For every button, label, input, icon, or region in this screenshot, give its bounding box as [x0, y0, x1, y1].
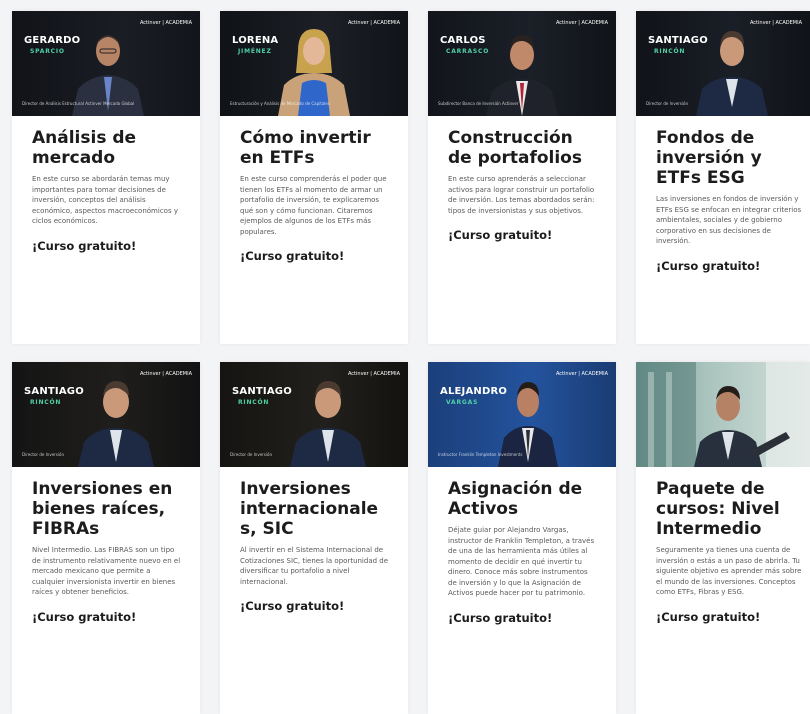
course-card-etfs[interactable]: LORENA JIMÉNEZ Actinver | ACADEMIA Estru… — [220, 11, 408, 344]
course-thumbnail[interactable]: ALEJANDRO VARGAS Actinver | ACADEMIA Ins… — [428, 362, 616, 467]
course-card-asignacion[interactable]: ALEJANDRO VARGAS Actinver | ACADEMIA Ins… — [428, 362, 616, 714]
instructor-caption: Director de Inversión — [230, 452, 272, 457]
instructor-caption: Estructuración y Análisis de Mercado de … — [230, 101, 330, 106]
course-card-paquete-intermedio[interactable]: Paquete de cursos: Nivel Intermedio Segu… — [636, 362, 810, 714]
instructor-caption: Director de Inversión — [22, 452, 64, 457]
instructor-caption: Director de Inversión — [646, 101, 688, 106]
instructor-caption: Subdirector Banca de Inversión Actinver — [438, 101, 519, 106]
course-thumbnail[interactable]: SANTIAGO RINCÓN Actinver | ACADEMIA Dire… — [12, 362, 200, 467]
course-description: Nivel Intermedio. Las FIBRAS son un tipo… — [32, 546, 181, 596]
free-course-label[interactable]: ¡Curso gratuito! — [240, 249, 390, 263]
course-thumbnail[interactable] — [636, 362, 810, 467]
course-thumbnail[interactable]: CARLOS CARRASCO Actinver | ACADEMIA Subd… — [428, 11, 616, 116]
course-thumbnail[interactable]: SANTIAGO RINCÓN Actinver | ACADEMIA Dire… — [636, 11, 810, 116]
free-course-label[interactable]: ¡Curso gratuito! — [448, 228, 598, 242]
course-title[interactable]: Inversiones internacionale s, SIC — [240, 479, 390, 539]
course-thumbnail[interactable]: GERARDO SPARCIO Actinver | ACADEMIA Dire… — [12, 11, 200, 116]
instructor-photo — [636, 362, 810, 467]
instructor-caption: Instructor Franklin Templeton Investment… — [438, 452, 523, 457]
free-course-label[interactable]: ¡Curso gratuito! — [656, 610, 802, 624]
course-description: En este curso se abordarán temas muy imp… — [32, 175, 178, 225]
course-description: Las inversiones en fondos de inversión y… — [656, 195, 802, 245]
free-course-label[interactable]: ¡Curso gratuito! — [32, 610, 182, 624]
course-title[interactable]: Fondos de inversión y ETFs ESG — [656, 128, 802, 188]
course-card-esg[interactable]: SANTIAGO RINCÓN Actinver | ACADEMIA Dire… — [636, 11, 810, 344]
course-card-portafolios[interactable]: CARLOS CARRASCO Actinver | ACADEMIA Subd… — [428, 11, 616, 344]
course-description: En este curso aprenderás a seleccionar a… — [448, 175, 595, 215]
course-card-fibras[interactable]: SANTIAGO RINCÓN Actinver | ACADEMIA Dire… — [12, 362, 200, 714]
free-course-label[interactable]: ¡Curso gratuito! — [32, 239, 182, 253]
course-card-sic[interactable]: SANTIAGO RINCÓN Actinver | ACADEMIA Dire… — [220, 362, 408, 714]
free-course-label[interactable]: ¡Curso gratuito! — [240, 599, 390, 613]
course-description: En este curso comprenderás el poder que … — [240, 175, 387, 236]
course-title[interactable]: Asignación de Activos — [448, 479, 598, 519]
course-title[interactable]: Paquete de cursos: Nivel Intermedio — [656, 479, 802, 539]
course-description: Seguramente ya tienes una cuenta de inve… — [656, 546, 802, 596]
course-description: Al invertir en el Sistema Internacional … — [240, 546, 389, 586]
course-card-analisis-mercado[interactable]: GERARDO SPARCIO Actinver | ACADEMIA Dire… — [12, 11, 200, 344]
course-title[interactable]: Inversiones en bienes raíces, FIBRAs — [32, 479, 182, 539]
course-title[interactable]: Construcción de portafolios — [448, 128, 598, 168]
course-title[interactable]: Análisis de mercado — [32, 128, 182, 168]
course-thumbnail[interactable]: LORENA JIMÉNEZ Actinver | ACADEMIA Estru… — [220, 11, 408, 116]
course-title[interactable]: Cómo invertir en ETFs — [240, 128, 390, 168]
free-course-label[interactable]: ¡Curso gratuito! — [656, 259, 802, 273]
course-description: Déjate guiar por Alejandro Vargas, instr… — [448, 526, 595, 597]
instructor-caption: Director de Análisis Estructural Actinve… — [22, 101, 135, 106]
free-course-label[interactable]: ¡Curso gratuito! — [448, 611, 598, 625]
course-thumbnail[interactable]: SANTIAGO RINCÓN Actinver | ACADEMIA Dire… — [220, 362, 408, 467]
